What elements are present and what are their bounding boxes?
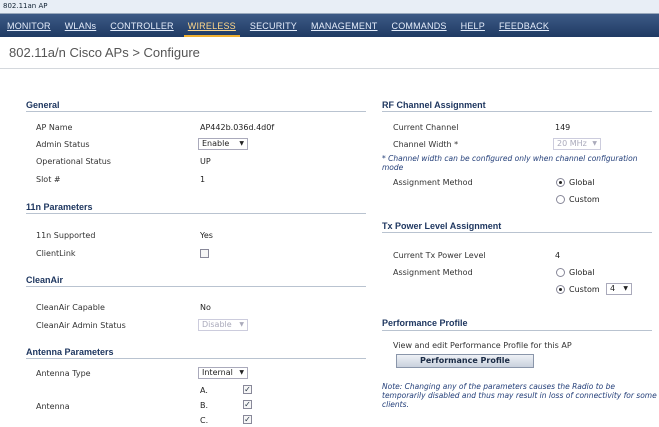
top-menu-bar: MONITOR WLANs CONTROLLER WIRELESS SECURI… [0,14,659,37]
rf-current-value: 149 [555,123,571,132]
rf-rule [382,111,652,112]
perf-header: Performance Profile [382,318,468,328]
cleanair-capable-value: No [200,303,211,312]
oper-status-value: UP [200,157,211,166]
chevron-down-icon: ▼ [239,140,244,147]
admin-status-select[interactable]: Enable ▼ [198,138,248,150]
antenna-c-checkbox[interactable]: ✓ [243,415,252,424]
admin-status-label: Admin Status [36,140,90,149]
antenna-type-select[interactable]: Internal ▼ [198,367,248,379]
menu-help[interactable]: HELP [461,21,485,31]
antenna-header: Antenna Parameters [26,347,114,357]
n11-supported-label: 11n Supported [36,231,96,240]
perf-note: Note: Changing any of the parameters cau… [382,382,657,409]
tx-rule [382,232,652,233]
cleanair-header: CleanAir [26,275,64,285]
antenna-b-label: B. [200,401,209,410]
rf-width-note: * Channel width can be configured only w… [382,154,638,172]
slot-value: 1 [200,175,206,184]
rf-width-value: 20 MHz [557,139,587,148]
menu-controller[interactable]: CONTROLLER [110,21,174,31]
title-divider [0,68,659,69]
n11-rule [26,213,366,214]
cleanair-admin-select[interactable]: Disable ▼ [198,319,248,331]
general-rule [26,111,366,112]
ap-name-value: AP442b.036d.4d0f [200,123,275,132]
menu-management[interactable]: MANAGEMENT [311,21,378,31]
antenna-a-label: A. [200,386,208,395]
oper-status-label: Operational Status [36,157,111,166]
cleanair-capable-label: CleanAir Capable [36,303,105,312]
slot-label: Slot # [36,175,61,184]
window-title: 802.11an AP [0,0,659,14]
tx-current-label: Current Tx Power Level [393,251,486,260]
antenna-type-label: Antenna Type [36,369,91,378]
performance-profile-button[interactable]: Performance Profile [396,354,534,368]
cleanair-admin-value: Disable [202,320,232,329]
menu-feedback[interactable]: FEEDBACK [499,21,549,31]
menu-security[interactable]: SECURITY [250,21,297,31]
menu-commands[interactable]: COMMANDS [392,21,447,31]
menu-wlans[interactable]: WLANs [65,21,97,31]
ap-name-label: AP Name [36,123,73,132]
tx-global-label: Global [569,268,595,277]
tx-assign-label: Assignment Method [393,268,473,277]
tx-global-radio[interactable] [556,268,565,277]
cleanair-rule [26,286,366,287]
antenna-label: Antenna [36,402,70,411]
chevron-down-icon: ▼ [239,321,244,328]
menu-monitor[interactable]: MONITOR [7,21,51,31]
rf-custom-radio[interactable] [556,195,565,204]
rf-header: RF Channel Assignment [382,100,486,110]
admin-status-value: Enable [202,139,230,148]
chevron-down-icon: ▼ [239,369,244,376]
tx-header: Tx Power Level Assignment [382,221,502,231]
rf-assign-label: Assignment Method [393,178,473,187]
tx-current-value: 4 [555,251,561,260]
chevron-down-icon: ▼ [592,140,597,147]
rf-width-label: Channel Width * [393,140,459,149]
antenna-b-checkbox[interactable]: ✓ [243,400,252,409]
general-header: General [26,100,60,110]
chevron-down-icon: ▼ [623,285,628,292]
antenna-a-checkbox[interactable]: ✓ [243,385,252,394]
page-title: 802.11a/n Cisco APs > Configure [9,45,200,60]
antenna-type-value: Internal [202,368,233,377]
rf-global-label: Global [569,178,595,187]
rf-global-radio[interactable] [556,178,565,187]
cleanair-admin-label: CleanAir Admin Status [36,321,126,330]
antenna-rule [26,358,366,359]
rf-custom-label: Custom [569,195,600,204]
rf-width-select[interactable]: 20 MHz ▼ [553,138,601,150]
n11-supported-value: Yes [200,231,213,240]
perf-rule [382,330,652,331]
n11-header: 11n Parameters [26,202,93,212]
tx-custom-select[interactable]: 4 ▼ [606,283,632,295]
perf-desc: View and edit Performance Profile for th… [393,341,572,350]
tx-custom-value: 4 [610,284,616,293]
rf-current-label: Current Channel [393,123,459,132]
menu-wireless[interactable]: WIRELESS [183,21,241,37]
antenna-c-label: C. [200,416,209,425]
clientlink-checkbox[interactable] [200,249,209,258]
tx-custom-label: Custom [569,285,600,294]
clientlink-label: ClientLink [36,249,76,258]
tx-custom-radio[interactable] [556,285,565,294]
